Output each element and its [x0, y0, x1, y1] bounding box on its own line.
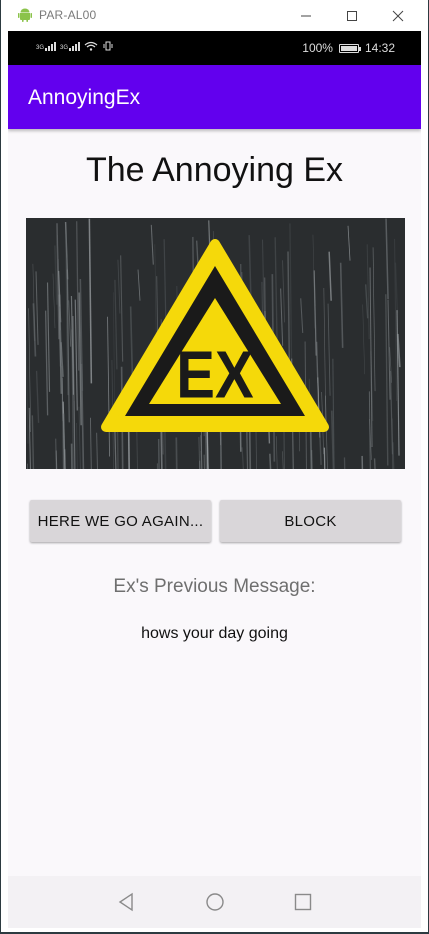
navigation-bar — [8, 876, 421, 928]
recents-icon[interactable] — [293, 892, 313, 912]
close-icon — [392, 10, 404, 22]
home-icon[interactable] — [205, 892, 225, 912]
hero-image: EX — [26, 218, 405, 469]
window-titlebar: PAR-AL00 — [1, 0, 428, 31]
maximize-button[interactable] — [330, 3, 374, 29]
here-we-go-again-button[interactable]: HERE WE GO AGAIN... — [30, 500, 211, 542]
vibrate-icon — [103, 41, 113, 51]
back-icon[interactable] — [117, 892, 137, 912]
window-title: PAR-AL00 — [39, 8, 97, 22]
signal-icon: 3G — [36, 41, 57, 51]
minimize-button[interactable] — [284, 3, 328, 29]
page-title: The Annoying Ex — [85, 151, 344, 189]
previous-message-label: Ex's Previous Message: — [113, 576, 316, 597]
close-button[interactable] — [376, 3, 420, 29]
maximize-icon — [347, 11, 357, 21]
app-bar: AnnoyingEx — [8, 65, 421, 129]
app-title: AnnoyingEx — [28, 86, 141, 109]
emulator-window: PAR-AL00 3G 3G 100% 14:32 AnnoyingEx The… — [0, 0, 429, 934]
block-button[interactable]: BLOCK — [220, 500, 401, 542]
warning-triangle-icon: EX — [101, 239, 329, 432]
signal-icon-2: 3G — [60, 41, 81, 51]
android-icon — [18, 8, 32, 22]
previous-message-text: hows your day going — [141, 625, 288, 642]
battery-percent: 100% — [302, 41, 333, 55]
phone-screen: 3G 3G 100% 14:32 AnnoyingEx The Annoying… — [8, 31, 421, 928]
battery-icon — [338, 43, 361, 53]
ex-text: EX — [176, 338, 254, 413]
wifi-icon — [84, 41, 98, 51]
status-bar: 3G 3G 100% 14:32 — [8, 31, 421, 65]
minimize-icon — [301, 15, 311, 17]
clock: 14:32 — [364, 41, 395, 55]
